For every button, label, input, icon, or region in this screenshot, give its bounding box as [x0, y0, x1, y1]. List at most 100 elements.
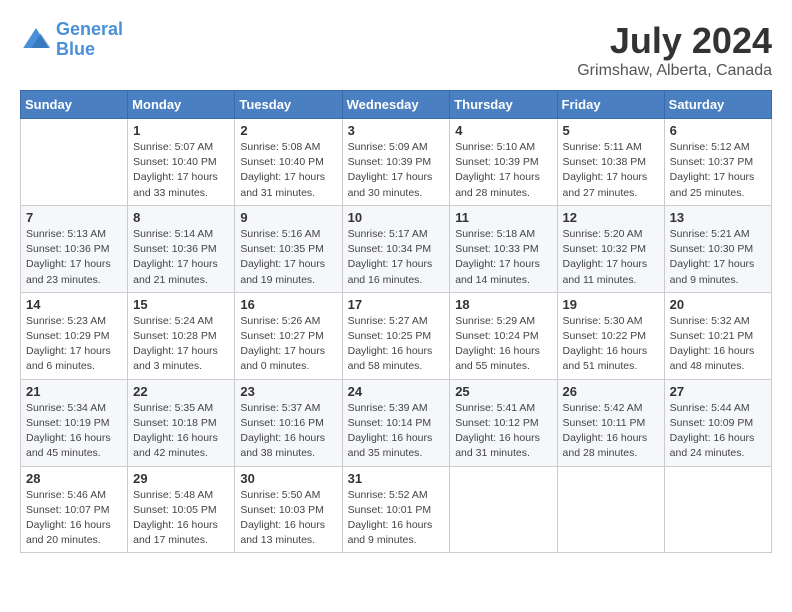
- day-number: 16: [240, 297, 336, 312]
- title-area: July 2024 Grimshaw, Alberta, Canada: [577, 20, 772, 80]
- day-number: 9: [240, 210, 336, 225]
- calendar-day-cell: 28 Sunrise: 5:46 AM Sunset: 10:07 PM Dayl…: [21, 466, 128, 553]
- day-info: Sunrise: 5:37 AM Sunset: 10:16 PM Daylig…: [240, 401, 336, 462]
- calendar-day-cell: 15 Sunrise: 5:24 AM Sunset: 10:28 PM Dayl…: [128, 292, 235, 379]
- day-number: 1: [133, 123, 229, 138]
- calendar-day-cell: 22 Sunrise: 5:35 AM Sunset: 10:18 PM Dayl…: [128, 379, 235, 466]
- weekday-header-cell: Tuesday: [235, 91, 342, 119]
- calendar-day-cell: 17 Sunrise: 5:27 AM Sunset: 10:25 PM Dayl…: [342, 292, 450, 379]
- calendar-day-cell: [557, 466, 664, 553]
- calendar-week-row: 14 Sunrise: 5:23 AM Sunset: 10:29 PM Dayl…: [21, 292, 772, 379]
- day-info: Sunrise: 5:42 AM Sunset: 10:11 PM Daylig…: [563, 401, 659, 462]
- day-number: 11: [455, 210, 551, 225]
- day-number: 26: [563, 384, 659, 399]
- calendar-day-cell: 25 Sunrise: 5:41 AM Sunset: 10:12 PM Dayl…: [450, 379, 557, 466]
- calendar-day-cell: 18 Sunrise: 5:29 AM Sunset: 10:24 PM Dayl…: [450, 292, 557, 379]
- day-info: Sunrise: 5:41 AM Sunset: 10:12 PM Daylig…: [455, 401, 551, 462]
- day-info: Sunrise: 5:20 AM Sunset: 10:32 PM Daylig…: [563, 227, 659, 288]
- day-number: 21: [26, 384, 122, 399]
- day-number: 3: [348, 123, 445, 138]
- day-info: Sunrise: 5:17 AM Sunset: 10:34 PM Daylig…: [348, 227, 445, 288]
- calendar-day-cell: 19 Sunrise: 5:30 AM Sunset: 10:22 PM Dayl…: [557, 292, 664, 379]
- day-info: Sunrise: 5:48 AM Sunset: 10:05 PM Daylig…: [133, 488, 229, 549]
- calendar-week-row: 21 Sunrise: 5:34 AM Sunset: 10:19 PM Dayl…: [21, 379, 772, 466]
- day-number: 18: [455, 297, 551, 312]
- day-number: 19: [563, 297, 659, 312]
- calendar-day-cell: 26 Sunrise: 5:42 AM Sunset: 10:11 PM Dayl…: [557, 379, 664, 466]
- day-info: Sunrise: 5:08 AM Sunset: 10:40 PM Daylig…: [240, 140, 336, 201]
- month-title: July 2024: [577, 20, 772, 62]
- weekday-header-cell: Thursday: [450, 91, 557, 119]
- day-number: 20: [670, 297, 766, 312]
- day-number: 6: [670, 123, 766, 138]
- day-number: 23: [240, 384, 336, 399]
- calendar-body: 1 Sunrise: 5:07 AM Sunset: 10:40 PM Dayli…: [21, 119, 772, 553]
- day-info: Sunrise: 5:27 AM Sunset: 10:25 PM Daylig…: [348, 314, 445, 375]
- day-number: 4: [455, 123, 551, 138]
- calendar-day-cell: 8Sunrise: 5:14 AM Sunset: 10:36 PM Dayli…: [128, 205, 235, 292]
- day-number: 25: [455, 384, 551, 399]
- calendar-day-cell: 14 Sunrise: 5:23 AM Sunset: 10:29 PM Dayl…: [21, 292, 128, 379]
- day-info: Sunrise: 5:46 AM Sunset: 10:07 PM Daylig…: [26, 488, 122, 549]
- calendar-day-cell: 1 Sunrise: 5:07 AM Sunset: 10:40 PM Dayli…: [128, 119, 235, 206]
- day-number: 12: [563, 210, 659, 225]
- day-number: 13: [670, 210, 766, 225]
- calendar-day-cell: 4 Sunrise: 5:10 AM Sunset: 10:39 PM Dayli…: [450, 119, 557, 206]
- calendar-day-cell: 20Sunrise: 5:32 AM Sunset: 10:21 PM Dayl…: [664, 292, 771, 379]
- day-number: 24: [348, 384, 445, 399]
- day-number: 27: [670, 384, 766, 399]
- day-info: Sunrise: 5:16 AM Sunset: 10:35 PM Daylig…: [240, 227, 336, 288]
- day-number: 10: [348, 210, 445, 225]
- day-number: 14: [26, 297, 122, 312]
- calendar-day-cell: 29Sunrise: 5:48 AM Sunset: 10:05 PM Dayl…: [128, 466, 235, 553]
- weekday-header-cell: Friday: [557, 91, 664, 119]
- day-number: 15: [133, 297, 229, 312]
- calendar-day-cell: 30 Sunrise: 5:50 AM Sunset: 10:03 PM Dayl…: [235, 466, 342, 553]
- calendar-day-cell: 27 Sunrise: 5:44 AM Sunset: 10:09 PM Dayl…: [664, 379, 771, 466]
- logo-text: General Blue: [56, 20, 123, 60]
- logo: General Blue: [20, 20, 123, 60]
- day-info: Sunrise: 5:29 AM Sunset: 10:24 PM Daylig…: [455, 314, 551, 375]
- calendar: SundayMondayTuesdayWednesdayThursdayFrid…: [20, 90, 772, 553]
- calendar-day-cell: 9 Sunrise: 5:16 AM Sunset: 10:35 PM Dayli…: [235, 205, 342, 292]
- calendar-day-cell: 3 Sunrise: 5:09 AM Sunset: 10:39 PM Dayli…: [342, 119, 450, 206]
- day-info: Sunrise: 5:23 AM Sunset: 10:29 PM Daylig…: [26, 314, 122, 375]
- day-number: 28: [26, 471, 122, 486]
- day-info: Sunrise: 5:35 AM Sunset: 10:18 PM Daylig…: [133, 401, 229, 462]
- logo-icon: [20, 24, 52, 56]
- weekday-header-cell: Wednesday: [342, 91, 450, 119]
- day-info: Sunrise: 5:39 AM Sunset: 10:14 PM Daylig…: [348, 401, 445, 462]
- day-info: Sunrise: 5:30 AM Sunset: 10:22 PM Daylig…: [563, 314, 659, 375]
- calendar-day-cell: 2 Sunrise: 5:08 AM Sunset: 10:40 PM Dayli…: [235, 119, 342, 206]
- day-number: 7: [26, 210, 122, 225]
- day-info: Sunrise: 5:50 AM Sunset: 10:03 PM Daylig…: [240, 488, 336, 549]
- day-number: 22: [133, 384, 229, 399]
- calendar-day-cell: [21, 119, 128, 206]
- calendar-day-cell: 12 Sunrise: 5:20 AM Sunset: 10:32 PM Dayl…: [557, 205, 664, 292]
- day-info: Sunrise: 5:09 AM Sunset: 10:39 PM Daylig…: [348, 140, 445, 201]
- day-info: Sunrise: 5:07 AM Sunset: 10:40 PM Daylig…: [133, 140, 229, 201]
- calendar-day-cell: [450, 466, 557, 553]
- calendar-week-row: 28 Sunrise: 5:46 AM Sunset: 10:07 PM Dayl…: [21, 466, 772, 553]
- calendar-day-cell: 10 Sunrise: 5:17 AM Sunset: 10:34 PM Dayl…: [342, 205, 450, 292]
- day-info: Sunrise: 5:34 AM Sunset: 10:19 PM Daylig…: [26, 401, 122, 462]
- day-number: 30: [240, 471, 336, 486]
- calendar-day-cell: 6Sunrise: 5:12 AM Sunset: 10:37 PM Dayli…: [664, 119, 771, 206]
- day-number: 17: [348, 297, 445, 312]
- day-number: 2: [240, 123, 336, 138]
- day-info: Sunrise: 5:44 AM Sunset: 10:09 PM Daylig…: [670, 401, 766, 462]
- calendar-day-cell: 16Sunrise: 5:26 AM Sunset: 10:27 PM Dayl…: [235, 292, 342, 379]
- day-info: Sunrise: 5:18 AM Sunset: 10:33 PM Daylig…: [455, 227, 551, 288]
- location-title: Grimshaw, Alberta, Canada: [577, 62, 772, 80]
- calendar-day-cell: 11 Sunrise: 5:18 AM Sunset: 10:33 PM Dayl…: [450, 205, 557, 292]
- day-info: Sunrise: 5:21 AM Sunset: 10:30 PM Daylig…: [670, 227, 766, 288]
- weekday-header-row: SundayMondayTuesdayWednesdayThursdayFrid…: [21, 91, 772, 119]
- day-number: 31: [348, 471, 445, 486]
- day-info: Sunrise: 5:11 AM Sunset: 10:38 PM Daylig…: [563, 140, 659, 201]
- weekday-header-cell: Monday: [128, 91, 235, 119]
- calendar-day-cell: 24 Sunrise: 5:39 AM Sunset: 10:14 PM Dayl…: [342, 379, 450, 466]
- day-info: Sunrise: 5:10 AM Sunset: 10:39 PM Daylig…: [455, 140, 551, 201]
- day-info: Sunrise: 5:24 AM Sunset: 10:28 PM Daylig…: [133, 314, 229, 375]
- calendar-day-cell: 21 Sunrise: 5:34 AM Sunset: 10:19 PM Dayl…: [21, 379, 128, 466]
- day-number: 8: [133, 210, 229, 225]
